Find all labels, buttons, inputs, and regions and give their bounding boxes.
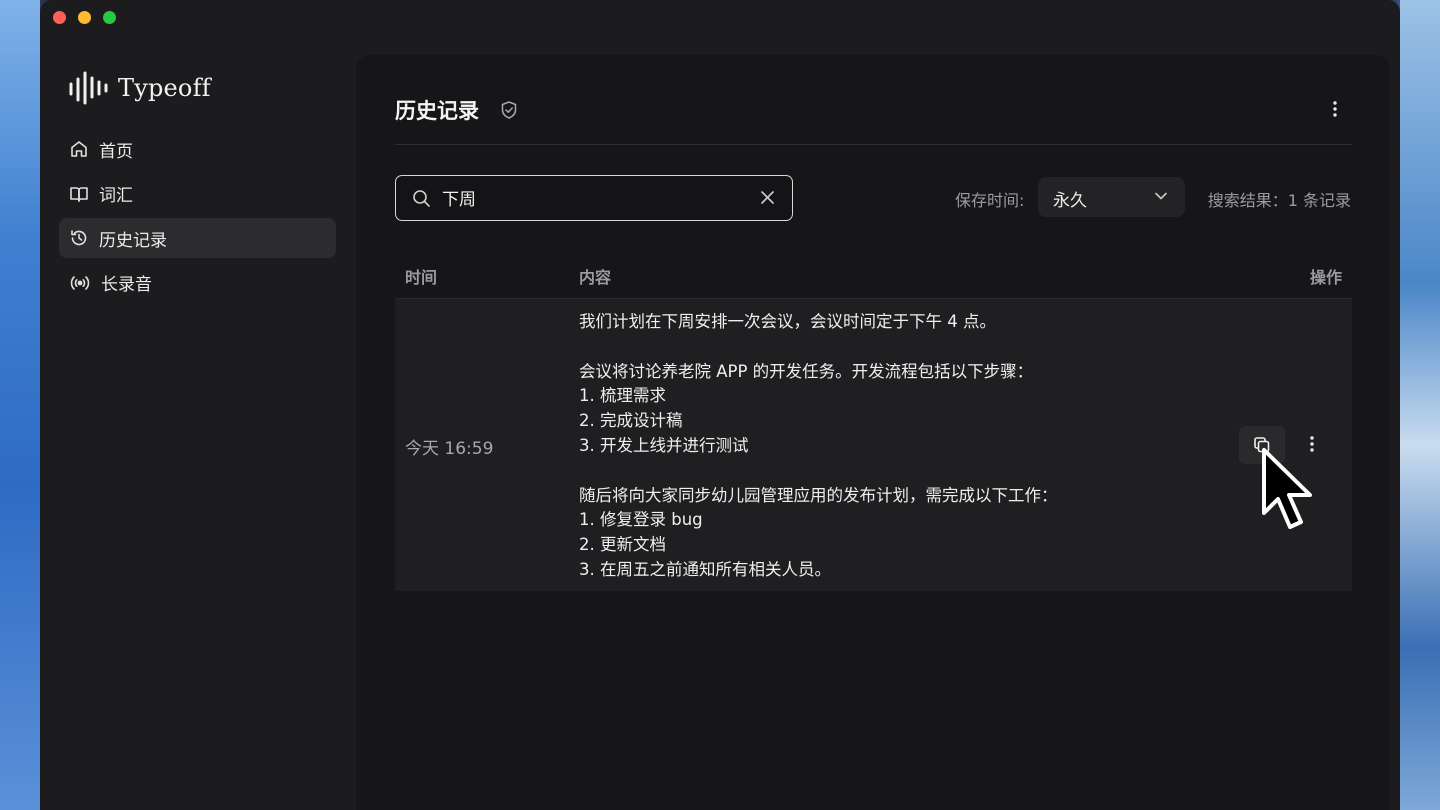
column-header-content: 内容 <box>579 268 612 287</box>
row-content: 我们计划在下周安排一次会议，会议时间定于下午 4 点。 会议将讨论养老院 APP… <box>579 312 1058 579</box>
sidebar-item-label: 首页 <box>99 141 133 162</box>
retention-select[interactable]: 永久 <box>1038 177 1185 217</box>
sidebar-item-label: 历史记录 <box>99 230 167 251</box>
page-header: 历史记录 <box>395 95 1352 145</box>
waveform-logo-icon <box>69 71 108 105</box>
chevron-down-icon <box>1155 192 1167 200</box>
sidebar: Typeoff 首页 词汇 历史记录 长录音 <box>40 0 356 810</box>
retention-value: 永久 <box>1053 191 1087 211</box>
page-title: 历史记录 <box>395 99 479 123</box>
sidebar-nav: 首页 词汇 历史记录 长录音 <box>59 129 336 307</box>
sidebar-item-history[interactable]: 历史记录 <box>59 218 336 258</box>
search-results-count: 搜索结果：1 条记录 <box>1207 191 1351 210</box>
book-icon <box>70 186 88 202</box>
home-icon <box>71 141 87 157</box>
sidebar-item-long-recording[interactable]: 长录音 <box>59 263 336 303</box>
row-time: 今天 16:59 <box>405 439 494 459</box>
copy-icon <box>1254 437 1270 453</box>
shield-check-icon[interactable] <box>500 100 518 120</box>
app-window: Typeoff 首页 词汇 历史记录 长录音 历史记录 下周 保存时间: 永久 … <box>40 0 1400 810</box>
table-header: 时间 内容 操作 <box>395 253 1352 299</box>
sidebar-item-home[interactable]: 首页 <box>59 129 336 169</box>
more-vertical-icon[interactable] <box>1332 99 1338 119</box>
search-box <box>395 175 793 221</box>
column-header-action: 操作 <box>1309 268 1342 287</box>
sidebar-item-label: 长录音 <box>101 275 152 295</box>
search-input[interactable] <box>442 176 742 219</box>
desktop-background-right <box>1400 0 1440 810</box>
row-more-vertical-icon[interactable] <box>1309 434 1315 454</box>
search-icon <box>413 190 430 207</box>
clear-search-icon[interactable] <box>760 190 775 205</box>
column-header-time: 时间 <box>405 268 438 287</box>
copy-button[interactable] <box>1239 426 1285 464</box>
table-row[interactable]: 今天 16:59 我们计划在下周安排一次会议，会议时间定于下午 4 点。 会议将… <box>395 299 1352 591</box>
app-name: Typeoff <box>118 74 211 102</box>
app-logo: Typeoff <box>68 70 211 106</box>
broadcast-icon <box>70 275 90 290</box>
retention-label: 保存时间: <box>955 191 1025 210</box>
history-icon <box>71 230 87 246</box>
sidebar-item-label: 词汇 <box>99 186 133 206</box>
desktop-background-left <box>0 0 40 810</box>
main-panel: 历史记录 保存时间: 永久 搜索结果：1 条记录 <box>356 55 1390 810</box>
sidebar-item-vocabulary[interactable]: 词汇 <box>59 174 336 214</box>
